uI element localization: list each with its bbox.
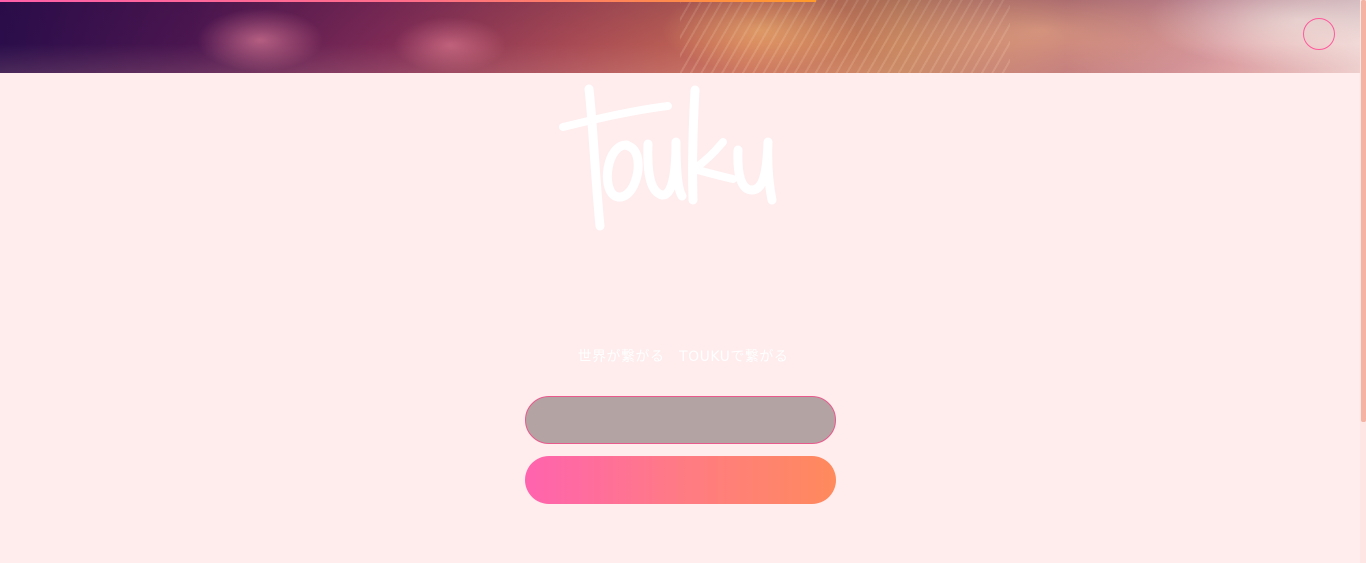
hero-photo-banner [0,0,1366,73]
signup-button[interactable] [525,456,836,504]
tagline-text: 世界が繋がる TOUKUで繋がる [577,349,789,365]
page-load-progress-bar [0,0,816,2]
app-page: 世界が繋がる TOUKUで繋がる [0,0,1366,563]
menu-circle-icon[interactable] [1303,18,1335,50]
hero-photo-overlay [0,0,1366,73]
login-button[interactable] [525,396,836,444]
touku-logo-icon [559,84,777,231]
